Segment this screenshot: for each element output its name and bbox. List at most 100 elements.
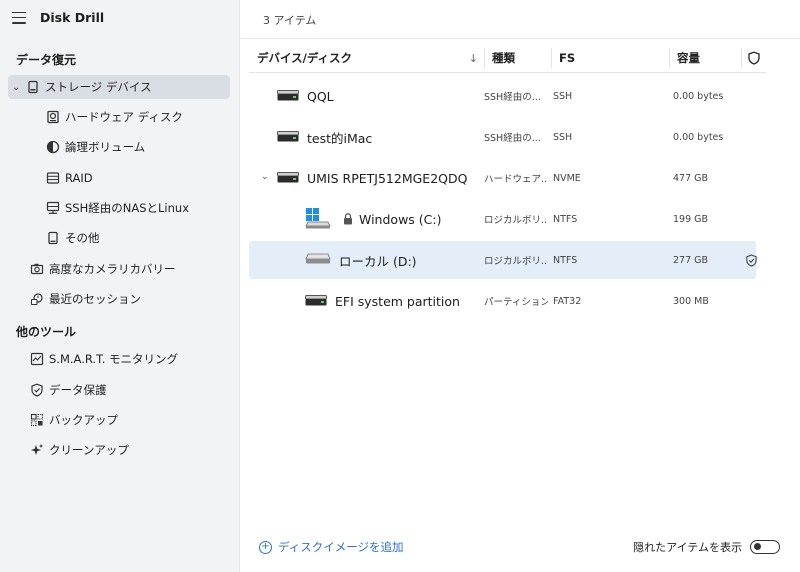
sidebar-item-label: RAID	[65, 171, 93, 185]
sidebar-item-camera-recovery[interactable]: 高度なカメラリカバリー	[30, 257, 176, 281]
chevron-down-icon[interactable]: ⌄	[12, 82, 26, 93]
device-type: パーティション	[484, 297, 548, 308]
table-row[interactable]: EFI system partition パーティション FAT32 300 M…	[249, 282, 756, 320]
sidebar: Disk Drill データ復元 ⌄ ストレージ デバイス ハードウェア ディス…	[0, 0, 240, 572]
other-device-icon	[46, 231, 60, 245]
column-header-protection[interactable]	[741, 44, 766, 72]
sidebar-item-backup[interactable]: バックアップ	[30, 408, 118, 432]
device-size: 477 GB	[673, 172, 709, 184]
table-row[interactable]: test的iMac SSH経由の... SSH 0.00 bytes	[249, 118, 756, 156]
device-name: ローカル (D:)	[339, 253, 417, 269]
sidebar-item-label: バックアップ	[49, 413, 118, 427]
device-size: 0.00 bytes	[673, 90, 724, 102]
sidebar-item-recent-sessions[interactable]: 最近のセッション	[30, 287, 141, 311]
add-disk-image-button[interactable]: + ディスクイメージを追加	[259, 539, 403, 555]
hard-disk-icon	[46, 110, 60, 124]
sidebar-item-label: クリーンアップ	[49, 443, 129, 457]
table-row[interactable]: ローカル (D:) ロジカルボリ... NTFS 277 GB	[249, 241, 759, 279]
sidebar-item-label: SSH経由のNASとLinux	[65, 201, 190, 215]
device-name: test的iMac	[307, 130, 373, 146]
network-drive-icon	[277, 89, 299, 104]
storage-device-icon	[26, 80, 40, 94]
protected-shield-icon[interactable]	[745, 241, 759, 279]
divider	[241, 38, 800, 39]
section-title-recovery: データ復元	[16, 53, 77, 67]
sparkle-icon	[30, 443, 44, 457]
sidebar-item-logical-volume[interactable]: 論理ボリューム	[46, 135, 145, 159]
sidebar-item-label: 論理ボリューム	[65, 140, 146, 154]
shield-icon	[747, 51, 761, 65]
device-name: QQL	[307, 88, 334, 104]
table-row[interactable]: ⌄ UMIS RPETJ512MGE2QDQ ハードウェア... NVME 47…	[249, 159, 756, 197]
table-header: デバイス/ディスク ↓ 種類 FS 容量	[249, 44, 766, 73]
camera-icon	[30, 262, 44, 276]
volume-drive-icon	[305, 252, 331, 269]
chevron-down-icon[interactable]: ⌄	[261, 172, 269, 182]
show-hidden-toggle[interactable]	[750, 540, 780, 554]
device-type: ロジカルボリ...	[484, 215, 548, 226]
sidebar-item-ssh-nas[interactable]: SSH経由のNASとLinux	[46, 196, 189, 220]
network-storage-icon	[46, 201, 60, 215]
show-hidden-items[interactable]: 隠れたアイテムを表示	[633, 539, 780, 555]
network-drive-icon	[277, 130, 299, 145]
backup-icon	[30, 413, 44, 427]
device-name: EFI system partition	[335, 293, 460, 309]
pie-volume-icon	[46, 140, 60, 154]
sidebar-item-cleanup[interactable]: クリーンアップ	[30, 438, 129, 462]
app-header: Disk Drill	[12, 10, 104, 25]
sort-down-arrow-icon[interactable]: ↓	[469, 52, 478, 65]
column-header-label: デバイス/ディスク	[257, 51, 353, 65]
device-type: SSH経由の...	[484, 133, 541, 144]
app-title: Disk Drill	[40, 10, 105, 25]
device-name: UMIS RPETJ512MGE2QDQ	[307, 170, 468, 186]
device-type: SSH経由の...	[484, 92, 541, 103]
sidebar-item-raid[interactable]: RAID	[46, 166, 93, 190]
section-title-tools: 他のツール	[16, 325, 77, 339]
sidebar-item-label: その他	[65, 231, 100, 245]
sidebar-item-label: S.M.A.R.T. モニタリング	[49, 352, 179, 366]
table-row[interactable]: Windows (C:) ロジカルボリ... NTFS 199 GB	[249, 200, 756, 238]
column-header-capacity[interactable]: 容量	[669, 44, 741, 72]
plus-circle-icon: +	[259, 540, 272, 554]
sidebar-item-label: 高度なカメラリカバリー	[49, 262, 176, 276]
sidebar-item-hardware-disk[interactable]: ハードウェア ディスク	[46, 105, 183, 129]
device-type: ハードウェア...	[484, 174, 548, 185]
device-size: 0.00 bytes	[673, 131, 724, 143]
sidebar-item-label: データ保護	[49, 383, 107, 397]
sidebar-item-other[interactable]: その他	[46, 226, 100, 250]
add-disk-image-label: ディスクイメージを追加	[278, 540, 404, 554]
sidebar-item-smart[interactable]: S.M.A.R.T. モニタリング	[30, 347, 178, 371]
partition-drive-icon	[305, 294, 327, 309]
column-header-device[interactable]: デバイス/ディスク ↓	[257, 44, 484, 72]
device-fs: FAT32	[553, 295, 582, 307]
monitor-chart-icon	[30, 352, 44, 366]
device-fs: SSH	[553, 131, 573, 143]
sidebar-item-label: ストレージ デバイス	[45, 80, 152, 94]
item-count: 3 アイテム	[263, 14, 317, 27]
table-row[interactable]: QQL SSH経由の... SSH 0.00 bytes	[249, 77, 756, 115]
device-type: ロジカルボリ...	[484, 256, 548, 267]
device-size: 300 MB	[673, 295, 709, 307]
device-fs: NTFS	[553, 254, 578, 266]
column-header-type[interactable]: 種類	[484, 44, 551, 72]
show-hidden-label: 隠れたアイテムを表示	[633, 541, 742, 554]
column-header-fs[interactable]: FS	[551, 44, 669, 72]
raid-icon	[46, 171, 60, 185]
hard-drive-icon	[277, 171, 299, 186]
sidebar-item-label: 最近のセッション	[49, 292, 141, 306]
lock-icon	[341, 212, 355, 226]
main-panel: 3 アイテム デバイス/ディスク ↓ 種類 FS 容量 QQL SSH経由の..…	[241, 0, 800, 572]
hamburger-menu-icon[interactable]	[12, 11, 26, 24]
device-fs: SSH	[553, 90, 573, 102]
shield-check-icon	[30, 383, 44, 397]
sidebar-item-data-protection[interactable]: データ保護	[30, 378, 107, 402]
device-fs: NTFS	[553, 213, 578, 225]
sidebar-item-storage-devices[interactable]: ⌄ ストレージ デバイス	[8, 75, 230, 99]
column-header-label: FS	[559, 51, 576, 65]
device-size: 277 GB	[673, 254, 709, 266]
device-size: 199 GB	[673, 213, 709, 225]
sessions-icon	[30, 292, 44, 306]
sidebar-item-label: ハードウェア ディスク	[65, 110, 183, 124]
device-name: Windows (C:)	[359, 211, 442, 227]
column-header-label: 容量	[677, 51, 700, 65]
